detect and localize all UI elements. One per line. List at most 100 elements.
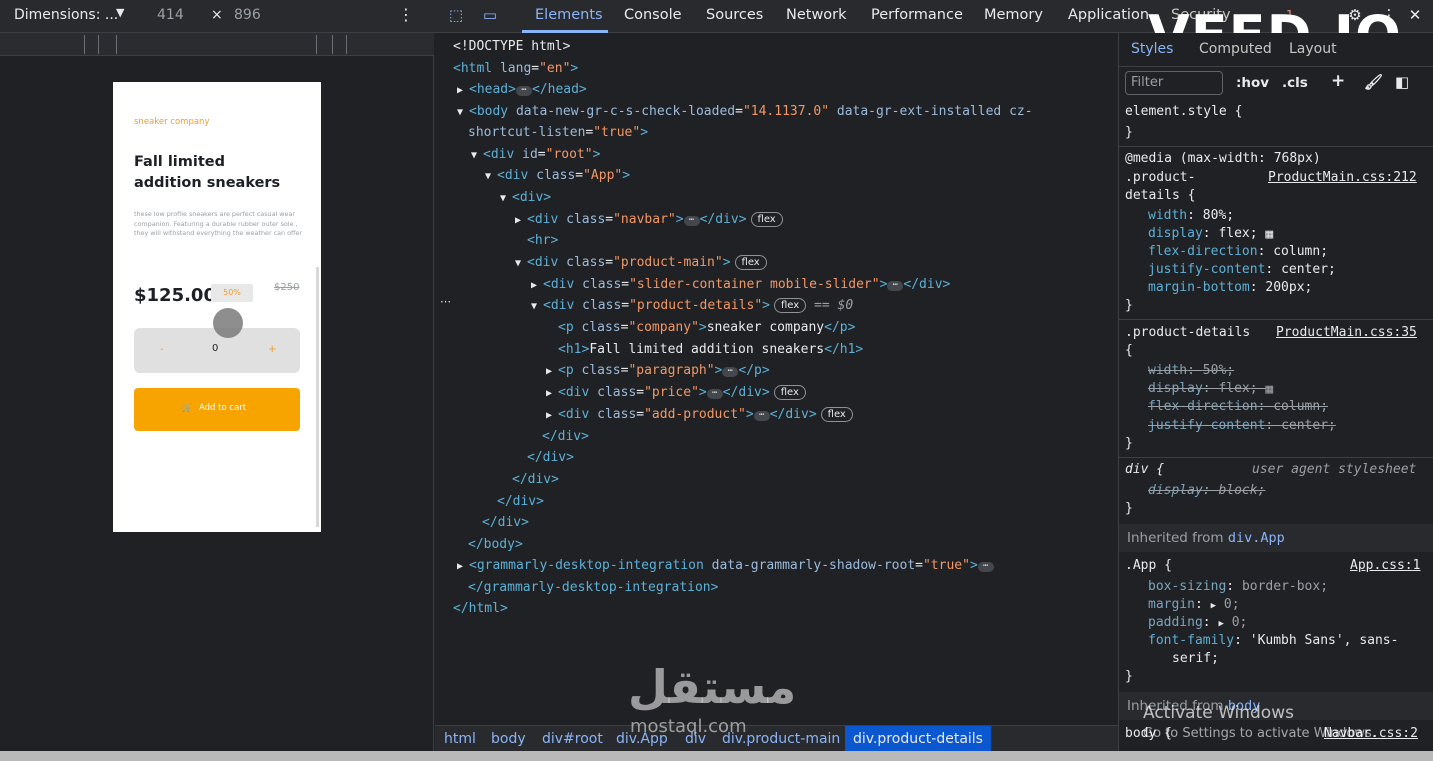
collapse-arrow-icon[interactable]: ▼ bbox=[500, 190, 512, 208]
expand-arrow-icon[interactable]: ▶ bbox=[515, 212, 527, 230]
kebab-icon[interactable]: ⋮ bbox=[398, 5, 414, 24]
expand-arrow-icon[interactable]: ▶ bbox=[457, 558, 469, 576]
dom-line[interactable]: </div> bbox=[482, 514, 529, 532]
expand-triangle-icon[interactable]: ▶ bbox=[1218, 619, 1223, 629]
css-declaration-inherited[interactable]: box-sizing: border-box; bbox=[1148, 578, 1328, 596]
new-rule-icon[interactable]: + bbox=[1331, 71, 1345, 91]
class-toggle[interactable]: .cls bbox=[1282, 75, 1308, 91]
dom-line[interactable]: ▶ <div class="navbar"> ⋯ </div> flex bbox=[515, 211, 783, 230]
dom-line[interactable]: </html> bbox=[453, 600, 508, 618]
flex-badge[interactable]: flex bbox=[820, 407, 853, 422]
dom-line[interactable]: </grammarly-desktop-integration> bbox=[468, 579, 718, 597]
source-link-text[interactable]: ProductMain.css:35 bbox=[1276, 325, 1417, 340]
ellipsis-icon[interactable]: ⋯ bbox=[887, 281, 904, 291]
tab-computed[interactable]: Computed bbox=[1199, 41, 1272, 57]
toggle-sidebar-icon[interactable]: ◧ bbox=[1395, 73, 1409, 91]
css-declaration[interactable]: margin-bottom: 200px; bbox=[1148, 279, 1312, 297]
paint-brush-icon[interactable]: 🖌 bbox=[1364, 73, 1383, 91]
css-value[interactable]: 50%; bbox=[1203, 363, 1234, 378]
dom-line[interactable]: <html lang="en"> bbox=[453, 60, 578, 78]
bottom-scrollbar[interactable] bbox=[0, 751, 1433, 761]
flex-badge[interactable]: flex bbox=[773, 385, 806, 400]
tab-application[interactable]: Application bbox=[1068, 7, 1149, 23]
source-link[interactable]: ProductMain.css:212 bbox=[1268, 169, 1417, 187]
collapse-arrow-icon[interactable]: ▼ bbox=[515, 255, 527, 273]
dom-line[interactable]: ▼ <div id="root"> bbox=[471, 146, 600, 165]
css-declaration[interactable]: width: 80%; bbox=[1148, 207, 1234, 225]
tab-layout[interactable]: Layout bbox=[1289, 41, 1337, 57]
css-value[interactable]: 200px; bbox=[1265, 280, 1312, 295]
dom-line[interactable]: ▶ <grammarly-desktop-integration data-gra… bbox=[457, 557, 994, 576]
dom-line[interactable]: </div> bbox=[527, 449, 574, 467]
add-to-cart-button[interactable]: 🛒 Add to cart bbox=[134, 388, 300, 431]
css-declaration-overridden[interactable]: flex-direction: column; bbox=[1148, 398, 1328, 416]
dom-line[interactable]: ▼ <div class="App"> bbox=[485, 167, 630, 186]
dom-line[interactable]: ▼ <body data-new-gr-c-s-check-loaded="14.… bbox=[457, 103, 1033, 122]
expand-arrow-icon[interactable]: ▶ bbox=[457, 82, 469, 100]
tab-network[interactable]: Network bbox=[786, 7, 847, 23]
breadcrumb-root[interactable]: div#root bbox=[542, 731, 603, 747]
dom-line[interactable]: </body> bbox=[468, 536, 523, 554]
tab-console[interactable]: Console bbox=[624, 7, 682, 23]
dom-line[interactable]: ▶ <p class="paragraph"> ⋯ </p> bbox=[546, 362, 770, 381]
source-link[interactable]: ProductMain.css:35 bbox=[1276, 324, 1417, 342]
breadcrumb-html[interactable]: html bbox=[444, 731, 476, 747]
tab-elements[interactable]: Elements bbox=[535, 7, 603, 23]
tab-styles[interactable]: Styles bbox=[1131, 41, 1173, 57]
css-value[interactable]: border-box; bbox=[1242, 579, 1328, 594]
css-declaration-overridden[interactable]: justify-content: center; bbox=[1148, 417, 1336, 435]
flex-badge[interactable]: flex bbox=[750, 212, 783, 227]
dom-line[interactable]: ▼ <div class="product-main"> flex bbox=[515, 254, 767, 273]
ellipsis-icon[interactable]: ⋯ bbox=[515, 86, 532, 96]
css-value[interactable]: column; bbox=[1273, 399, 1328, 414]
device-width-input[interactable]: 414 bbox=[157, 7, 184, 23]
css-declaration-overridden[interactable]: width: 50%; bbox=[1148, 362, 1234, 380]
expand-triangle-icon[interactable]: ▶ bbox=[1211, 601, 1216, 611]
rule-selector-cont[interactable]: details { bbox=[1125, 187, 1195, 205]
hover-state-toggle[interactable]: :hov bbox=[1236, 75, 1269, 91]
dom-line[interactable]: </div> bbox=[542, 428, 589, 446]
source-link[interactable]: App.css:1 bbox=[1350, 557, 1420, 575]
css-value[interactable]: 80%; bbox=[1203, 208, 1234, 223]
preview-scrollbar[interactable] bbox=[316, 267, 319, 527]
collapse-arrow-icon[interactable]: ▼ bbox=[485, 168, 497, 186]
source-link-text[interactable]: App.css:1 bbox=[1350, 558, 1420, 573]
rule-selector[interactable]: .product- bbox=[1125, 169, 1195, 187]
device-toggle-icon[interactable]: ▭ bbox=[479, 6, 501, 26]
breadcrumb-product-details[interactable]: div.product-details bbox=[845, 726, 991, 752]
increment-button[interactable]: + bbox=[268, 344, 276, 355]
css-value[interactable]: center; bbox=[1281, 418, 1336, 433]
dom-line[interactable]: ▶ <head> ⋯ </head> bbox=[457, 81, 587, 100]
ellipsis-icon[interactable]: ⋯ bbox=[753, 411, 770, 421]
dom-line[interactable]: <!DOCTYPE html> bbox=[453, 38, 570, 56]
styles-filter-input[interactable]: Filter bbox=[1125, 71, 1223, 95]
expand-arrow-icon[interactable]: ▶ bbox=[531, 277, 543, 295]
flex-badge[interactable]: flex bbox=[774, 298, 807, 313]
expand-arrow-icon[interactable]: ▶ bbox=[546, 407, 558, 425]
flex-editor-icon[interactable]: ▦ bbox=[1265, 226, 1281, 242]
css-value[interactable]: flex; bbox=[1218, 226, 1257, 241]
dom-line[interactable]: <p class="company">sneaker company</p> bbox=[558, 319, 855, 337]
collapse-arrow-icon[interactable]: ▼ bbox=[531, 298, 543, 316]
css-value[interactable]: center; bbox=[1281, 262, 1336, 277]
dimensions-dropdown[interactable]: Dimensions: ... bbox=[14, 7, 118, 23]
flex-editor-icon[interactable]: ▦ bbox=[1265, 381, 1281, 397]
rule-element-style[interactable]: element.style { bbox=[1125, 103, 1242, 121]
dom-line[interactable]: ▶ <div class="price"> ⋯ </div> flex bbox=[546, 384, 806, 403]
dom-line[interactable]: </div> bbox=[497, 493, 544, 511]
css-declaration[interactable]: display: flex; ▦ bbox=[1148, 225, 1281, 243]
dom-line[interactable]: </div> bbox=[512, 471, 559, 489]
ellipsis-icon[interactable]: ⋯ bbox=[683, 216, 700, 226]
inherited-class-link[interactable]: div.App bbox=[1228, 530, 1285, 546]
rule-selector[interactable]: .product-details bbox=[1125, 324, 1250, 342]
expand-arrow-icon[interactable]: ▶ bbox=[546, 363, 558, 381]
dom-line[interactable]: ▶ <div class="slider-container mobile-sli… bbox=[531, 276, 950, 295]
css-value[interactable]: 0; bbox=[1232, 615, 1248, 630]
caret-down-icon[interactable]: ▼ bbox=[116, 6, 124, 19]
collapse-arrow-icon[interactable]: ▼ bbox=[471, 147, 483, 165]
dom-line[interactable]: <hr> bbox=[527, 232, 558, 250]
css-declaration[interactable]: font-family: 'Kumbh Sans', sans- bbox=[1148, 632, 1398, 650]
css-declaration-inherited[interactable]: margin: ▶ 0; bbox=[1148, 596, 1240, 615]
rule-selector[interactable]: .App { bbox=[1125, 557, 1172, 575]
gutter-ellipsis[interactable]: ⋯ bbox=[440, 295, 451, 308]
